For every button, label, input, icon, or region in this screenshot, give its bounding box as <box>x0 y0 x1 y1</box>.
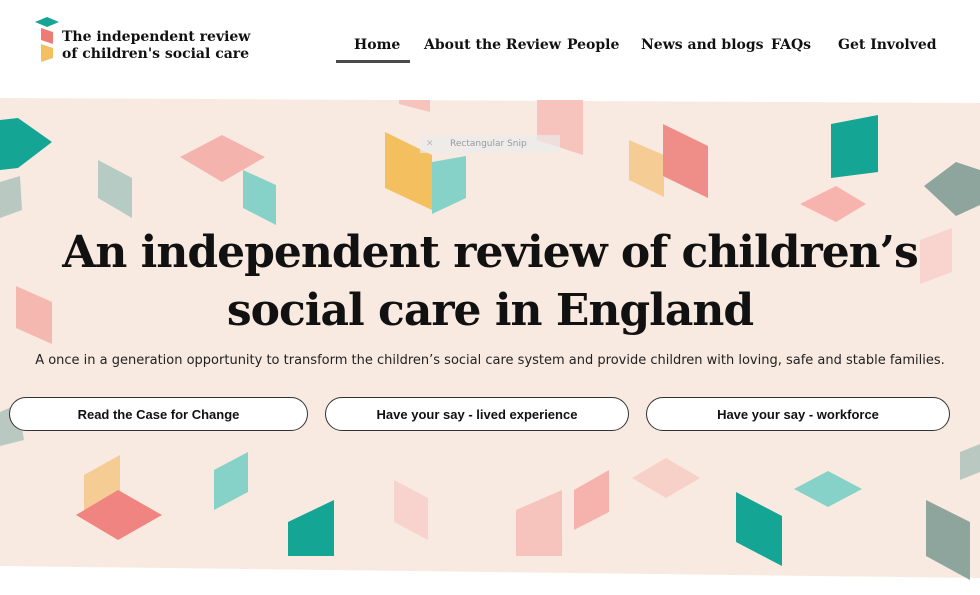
nav-item-about-the-review[interactable]: About the Review <box>424 37 561 63</box>
nav-item-home[interactable]: Home <box>336 37 410 63</box>
main-nav: Home About the Review People News and bl… <box>0 37 980 67</box>
hero-tagline: A once in a generation opportunity to tr… <box>35 353 945 368</box>
screen-snip-overlay: ✕ Rectangular Snip <box>420 135 560 153</box>
read-case-for-change-button[interactable]: Read the Case for Change <box>9 397 308 431</box>
hero-headline-line-2: social care in England <box>226 285 754 336</box>
have-your-say-lived-experience-button[interactable]: Have your say - lived experience <box>325 397 629 431</box>
hero-headline-line-1: An independent review of children’s <box>62 227 919 278</box>
nav-item-get-involved[interactable]: Get Involved <box>838 37 937 63</box>
nav-item-faqs[interactable]: FAQs <box>771 37 811 63</box>
nav-item-news-and-blogs[interactable]: News and blogs <box>641 37 764 63</box>
have-your-say-workforce-button[interactable]: Have your say - workforce <box>646 397 950 431</box>
close-icon: ✕ <box>426 139 434 149</box>
nav-item-people[interactable]: People <box>567 37 619 63</box>
hero-headline: An independent review of children’s soci… <box>0 224 980 340</box>
site-header: The independent review of children's soc… <box>0 0 980 98</box>
